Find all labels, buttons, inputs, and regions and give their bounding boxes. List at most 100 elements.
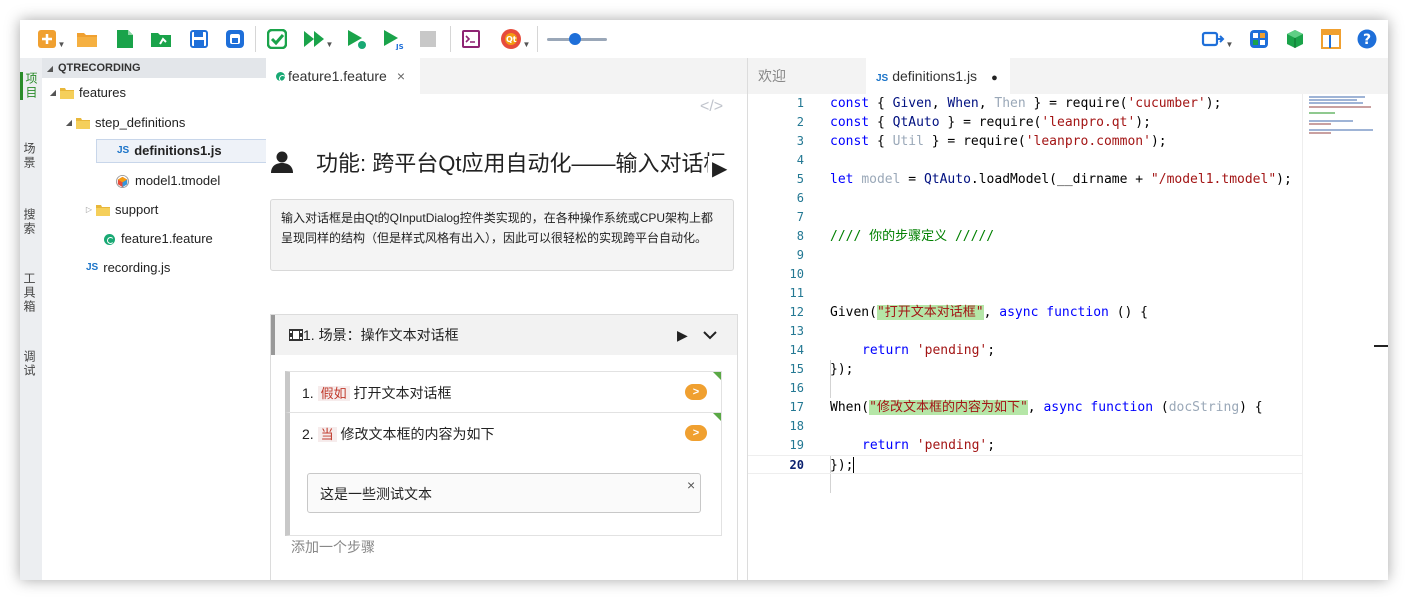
tree-item-features[interactable]: ◢ features (46, 80, 126, 106)
tree-item-support[interactable]: ▷ support (82, 197, 158, 223)
token: .loadModel(__dirname + (970, 172, 1144, 187)
token: , (931, 96, 940, 111)
step-row[interactable]: 2. 当 修改文本框的内容为如下 > 这是一些测试文本 × (285, 412, 722, 536)
line-number: 18 (789, 419, 804, 433)
step-label: 修改文本框的内容为如下 (340, 426, 495, 442)
tree-item-label: recording.js (103, 260, 171, 275)
code-line: 12 Given("打开文本对话框", async function () { (748, 303, 1302, 322)
unsaved-dot-icon[interactable]: ● (991, 72, 998, 84)
tree-item-feature1-feature[interactable]: feature1.feature (104, 226, 213, 252)
chevron-down-icon[interactable] (703, 330, 717, 340)
tab-welcome[interactable]: 欢迎 (758, 58, 786, 94)
minimap-line (1309, 123, 1331, 125)
run-cucumber-icon[interactable] (346, 28, 368, 50)
run-js-icon[interactable]: JS (382, 28, 406, 50)
line-number: 5 (796, 172, 804, 186)
qt-spy-icon[interactable]: Qt ▼ (498, 28, 532, 50)
open-folder-icon[interactable] (76, 28, 98, 50)
token: = (908, 172, 917, 187)
code-view-toggle-icon[interactable]: </> (700, 98, 723, 116)
tab-definitions1-js[interactable]: JS definitions1.js ● (866, 58, 1010, 94)
step-run-button[interactable]: > (685, 384, 707, 400)
minimap-line (1309, 106, 1371, 108)
close-icon[interactable]: × (687, 477, 695, 493)
tab-feature1-feature[interactable]: feature1.feature × (266, 58, 420, 94)
tree-item-definitions1-js[interactable]: JS definitions1.js (96, 139, 278, 163)
new-file-icon[interactable]: ▼ (36, 28, 66, 50)
token: let (830, 172, 854, 187)
close-icon[interactable]: × (397, 68, 405, 84)
speed-slider-thumb[interactable] (569, 33, 581, 45)
token: ) { (1239, 400, 1263, 415)
token: Then (994, 96, 1026, 111)
expanded-icon: ◢ (49, 88, 57, 97)
side-tab-search[interactable]: 搜索 (22, 208, 38, 236)
token: 'cucumber' (1127, 96, 1206, 111)
run-scenario-icon[interactable]: ▶ (677, 315, 688, 355)
step-row[interactable]: 1. 假如 打开文本对话框 > (285, 371, 722, 412)
token: const (830, 134, 870, 149)
model-cube-icon[interactable] (1284, 28, 1306, 50)
code-text: let model = QtAuto.loadModel(__dirname +… (830, 170, 1292, 189)
help-icon[interactable]: ? (1356, 28, 1378, 50)
token: ); (1276, 172, 1292, 187)
toolbar-separator (537, 26, 538, 52)
feature-file-icon (276, 72, 286, 82)
record-icon[interactable]: ▼ (1200, 28, 1234, 50)
minimap-line (1309, 120, 1353, 122)
current-code-line: 20}); (748, 455, 1302, 474)
tree-item-label: model1.tmodel (135, 173, 221, 188)
terminal-icon[interactable] (460, 28, 482, 50)
tree-item-model1-tmodel[interactable]: model1.tmodel (116, 168, 220, 194)
code-minimap[interactable] (1302, 94, 1388, 580)
panels-icon[interactable] (1320, 28, 1342, 50)
token: function (1046, 305, 1109, 320)
token: QtAuto (892, 115, 940, 130)
run-all-icon[interactable]: ▼ (302, 28, 334, 50)
layout-icon[interactable] (1248, 28, 1270, 50)
code-area[interactable]: 1 const { Given, When, Then } = require('… (748, 94, 1302, 580)
check-icon[interactable] (266, 28, 288, 50)
docstring-input[interactable]: 这是一些测试文本 (307, 473, 701, 513)
token: { (876, 115, 885, 130)
tree-item-label: definitions1.js (134, 143, 222, 158)
token: ; (987, 438, 996, 453)
token: ); (1135, 115, 1151, 130)
token: docString (1168, 400, 1240, 415)
new-document-icon[interactable] (114, 28, 136, 50)
side-tab-project[interactable]: 项目 (20, 72, 40, 100)
minimap-line (1309, 99, 1357, 101)
side-tab-scenario[interactable]: 场景 (22, 142, 38, 170)
token: const (830, 96, 870, 111)
save-icon[interactable] (188, 28, 210, 50)
token: require (963, 134, 1018, 149)
line-number: 16 (789, 381, 804, 395)
status-corner (713, 372, 721, 380)
folder-icon (96, 205, 110, 216)
scenario-header[interactable]: 1. 场景：操作文本对话框 ▶ (271, 315, 737, 355)
minimap-line (1309, 102, 1363, 104)
side-tab-toolbox[interactable]: 工具箱 (22, 272, 38, 314)
tree-header[interactable]: ◢ QTRECORDING (42, 58, 266, 78)
stop-icon[interactable] (418, 28, 438, 50)
save-all-icon[interactable] (224, 28, 246, 50)
run-feature-icon[interactable]: ▶ (708, 156, 728, 181)
tree-item-recording-js[interactable]: JS recording.js (86, 255, 170, 281)
add-step-link[interactable]: 添加一个步骤 (291, 537, 375, 557)
step-run-button[interactable]: > (685, 425, 707, 441)
folder-icon (76, 118, 90, 129)
open-file-icon[interactable] (150, 28, 172, 50)
user-icon (271, 151, 293, 173)
token: ; (987, 343, 996, 358)
step-number: 2. (302, 426, 314, 442)
line-number: 14 (789, 343, 804, 357)
tree-item-step-definitions[interactable]: ◢ step_definitions (62, 110, 185, 136)
side-tab-debug[interactable]: 调试 (22, 350, 38, 378)
step-keyword: 当 (317, 427, 337, 442)
feature-description[interactable]: 输入对话框是由Qt的QInputDialog控件类实现的，在各种操作系统或CPU… (270, 199, 734, 271)
token: , (983, 305, 992, 320)
main-toolbar: ▼ ▼ JS Qt ▼ ▼ ? (20, 20, 1388, 59)
token: 'leanpro.qt' (1041, 115, 1136, 130)
code-line: 6 (748, 189, 1302, 208)
toolbar-separator (450, 26, 451, 52)
